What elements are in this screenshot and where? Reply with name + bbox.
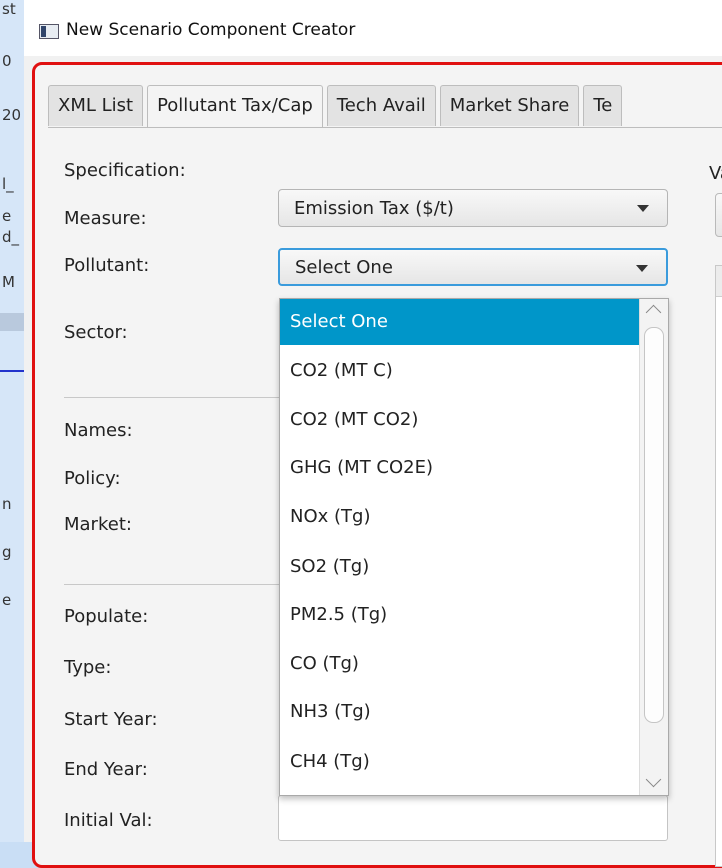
bg-text: n <box>2 495 12 513</box>
chevron-down-icon[interactable] <box>645 771 662 788</box>
bg-text: st <box>2 0 16 18</box>
policy-label: Policy: <box>64 468 121 489</box>
names-label: Names: <box>64 420 133 441</box>
tab-tech-avail[interactable]: Tech Avail <box>326 85 436 126</box>
dropdown-option[interactable]: CO (Tg) <box>280 641 640 687</box>
populate-label: Populate: <box>64 606 149 627</box>
tab-xml-list[interactable]: XML List <box>48 85 144 126</box>
dropdown-option[interactable]: CO2 (MT CO2) <box>280 397 640 443</box>
pollutant-label: Pollutant: <box>64 255 150 276</box>
content-frame: XML List Pollutant Tax/Cap Tech Avail Ma… <box>32 62 722 868</box>
table-header <box>716 266 722 297</box>
bg-text: 20 <box>2 106 22 124</box>
chevron-down-icon <box>637 205 649 212</box>
initial-val-input[interactable] <box>278 795 668 841</box>
start-year-label: Start Year: <box>64 709 158 730</box>
tab-pollutant-tax-cap[interactable]: Pollutant Tax/Cap <box>147 85 323 128</box>
dropdown-option[interactable]: NOx (Tg) <box>280 494 640 540</box>
app-icon <box>39 24 59 39</box>
chevron-down-icon <box>636 265 648 272</box>
bg-text: M <box>2 273 15 291</box>
right-panel-label: Va <box>709 163 722 184</box>
bg-bar <box>0 313 26 331</box>
tab-market-share[interactable]: Market Share <box>439 85 580 126</box>
bg-text: d_ <box>2 228 20 246</box>
right-panel-button[interactable] <box>715 193 722 237</box>
dropdown-option[interactable]: PM2.5 (Tg) <box>280 592 640 638</box>
section-separator <box>64 397 284 398</box>
dropdown-option[interactable]: CH4 (Tg) <box>280 739 640 785</box>
type-label: Type: <box>64 657 112 678</box>
sector-label: Sector: <box>64 322 128 343</box>
tab-overflow[interactable]: Te <box>583 85 623 126</box>
pollutant-value: Select One <box>295 257 393 278</box>
bg-text: 0 <box>2 52 12 70</box>
dropdown-option[interactable]: SO2 (Tg) <box>280 544 640 590</box>
tab-divider <box>48 127 722 128</box>
measure-combo[interactable]: Emission Tax ($/t) <box>278 189 668 227</box>
pollutant-combo[interactable]: Select One <box>278 248 668 286</box>
specification-label: Specification: <box>64 160 186 181</box>
pollutant-dropdown-list[interactable]: Select One CO2 (MT C) CO2 (MT CO2) GHG (… <box>279 298 669 796</box>
tab-bar: XML List Pollutant Tax/Cap Tech Avail Ma… <box>48 85 626 128</box>
bg-text: l_ <box>2 175 14 193</box>
end-year-label: End Year: <box>64 759 148 780</box>
dropdown-scrollbar[interactable] <box>639 299 668 795</box>
chevron-up-icon[interactable] <box>645 304 662 321</box>
bg-link-underline <box>0 370 26 372</box>
dropdown-option[interactable]: CO2 (MT C) <box>280 348 640 394</box>
title-bar[interactable]: New Scenario Component Creator <box>24 0 722 56</box>
dropdown-option[interactable]: NH3 (Tg) <box>280 689 640 735</box>
initial-val-label: Initial Val: <box>64 810 153 831</box>
dropdown-option[interactable]: GHG (MT CO2E) <box>280 445 640 491</box>
section-separator <box>64 584 284 585</box>
background-app-strip: st 0 20 l_ e d_ M n g e <box>0 0 27 842</box>
bg-text: g <box>2 543 12 561</box>
window-title: New Scenario Component Creator <box>66 20 356 40</box>
scrollbar-thumb[interactable] <box>644 327 664 723</box>
bg-text: e <box>2 591 12 609</box>
bg-text: e <box>2 207 12 225</box>
market-label: Market: <box>64 514 132 535</box>
measure-value: Emission Tax ($/t) <box>294 198 454 219</box>
right-panel-table[interactable] <box>715 265 722 867</box>
dropdown-option-selected[interactable]: Select One <box>280 299 640 345</box>
scenario-creator-window: New Scenario Component Creator XML List … <box>24 0 722 868</box>
measure-label: Measure: <box>64 208 147 229</box>
